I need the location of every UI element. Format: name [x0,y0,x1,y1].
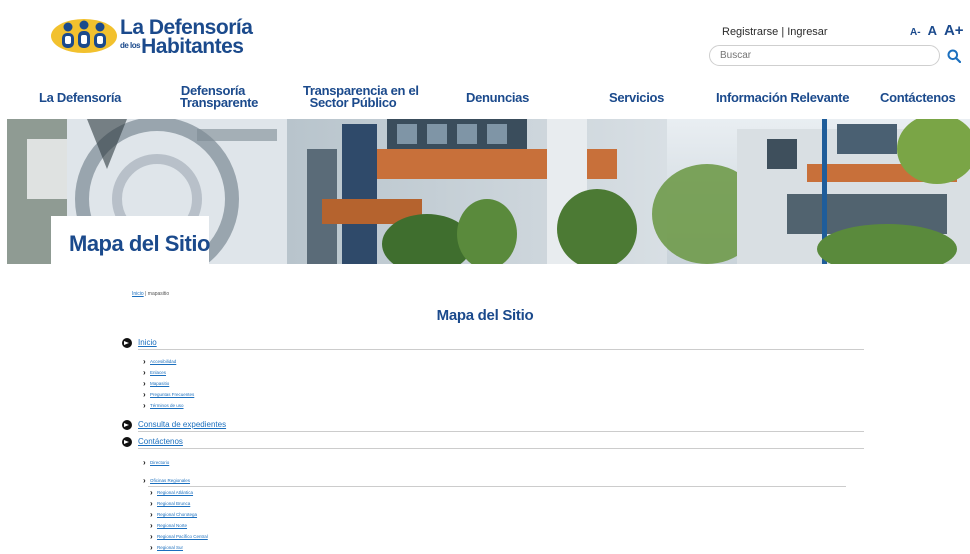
sitemap-item-link[interactable]: Regional Atlántica [157,490,193,495]
nav-label: La Defensoría [39,90,122,105]
chevron-right-icon: › [143,357,146,366]
search-input[interactable] [709,45,940,66]
nav-informacion-relevante[interactable]: Información Relevante [716,90,850,105]
logo[interactable]: La Defensoría de losHabitantes [50,14,253,59]
nav-label: Denuncias [466,90,530,105]
nav-denuncias[interactable]: Denuncias [466,90,530,105]
sitemap-item-link[interactable]: Regional Sur [157,545,183,550]
sitemap-item-link[interactable]: Directorio [150,460,169,465]
font-decrease-button[interactable]: A- [910,27,921,38]
chevron-right-icon: › [150,499,153,508]
sitemap-item-link[interactable]: Oficinas Regionales [150,478,190,483]
circle-chevron-icon [122,338,132,348]
sitemap-item-link[interactable]: Enlaces [150,370,166,375]
chevron-right-icon: › [143,368,146,377]
chevron-right-icon: › [143,458,146,467]
nav-label-line2: Transparente [180,95,259,110]
nav-defensoria-transparente[interactable]: Defensoría Transparente [180,84,259,110]
chevron-right-icon: › [143,379,146,388]
nav-transparencia-sector-publico[interactable]: Transparencia en el Sector Público [303,84,419,110]
breadcrumb-separator: | [145,291,147,297]
chevron-right-icon: › [143,390,146,399]
chevron-right-icon: › [150,488,153,497]
logo-small-text: de los [120,41,141,50]
sitemap-section-link[interactable]: Contáctenos [138,437,183,446]
font-size-controls: A- A A+ [910,22,970,40]
search-icon[interactable] [947,49,961,63]
logo-title-line2: de losHabitantes [120,35,244,59]
chevron-right-icon: › [150,532,153,541]
sitemap-item-link[interactable]: Regional Pacífico Central [157,534,208,539]
chevron-right-icon: › [143,401,146,410]
sitemap-item-link[interactable]: Regional Norte [157,523,187,528]
chevron-right-icon: › [150,510,153,519]
font-normal-button[interactable]: A [928,23,937,38]
logo-figures-icon [51,19,117,53]
subsection-divider [148,486,846,487]
breadcrumb-home-link[interactable]: Inicio [132,291,144,297]
breadcrumb: Inicio | mapasitio [132,291,169,297]
nav-contactenos[interactable]: Contáctenos [880,90,956,105]
section-divider [138,448,864,449]
section-divider [138,349,864,350]
banner-title-box: Mapa del Sitio [51,216,210,264]
chevron-right-icon: › [150,521,153,530]
logo-habitantes-text: Habitantes [141,35,244,58]
nav-label: Información Relevante [716,90,850,105]
sitemap-item-link[interactable]: Mapasitio [150,381,169,386]
breadcrumb-current: mapasitio [147,291,170,297]
chevron-right-icon: › [150,543,153,552]
sitemap-item-link[interactable]: Accesibilidad [150,359,176,364]
circle-chevron-icon [122,437,132,447]
sitemap-item-link[interactable]: Regional Brunca [157,501,190,506]
sitemap-section-link[interactable]: Consulta de expedientes [138,420,226,429]
register-link[interactable]: Registrarse [722,26,778,38]
circle-chevron-icon [122,420,132,430]
login-link[interactable]: Ingresar [787,26,827,38]
chevron-right-icon: › [143,476,146,485]
font-increase-button[interactable]: A+ [944,22,964,39]
nav-label: Servicios [609,90,665,105]
auth-separator: | [781,26,785,38]
banner-title: Mapa del Sitio [69,231,210,256]
nav-label-line2: Sector Público [309,95,397,110]
sitemap-item-link[interactable]: Términos de uso [150,403,184,408]
nav-la-defensoria[interactable]: La Defensoría [39,90,122,105]
section-divider [138,431,864,432]
nav-servicios[interactable]: Servicios [609,90,665,105]
nav-label: Contáctenos [880,90,956,105]
sitemap-item-link[interactable]: Preguntas Frecuentes [150,392,194,397]
sitemap-section-link[interactable]: Inicio [138,338,157,347]
auth-links: Registrarse | Ingresar [722,26,828,38]
page-title: Mapa del Sitio [436,307,534,324]
sitemap-item-link[interactable]: Regional Chorotega [157,512,197,517]
